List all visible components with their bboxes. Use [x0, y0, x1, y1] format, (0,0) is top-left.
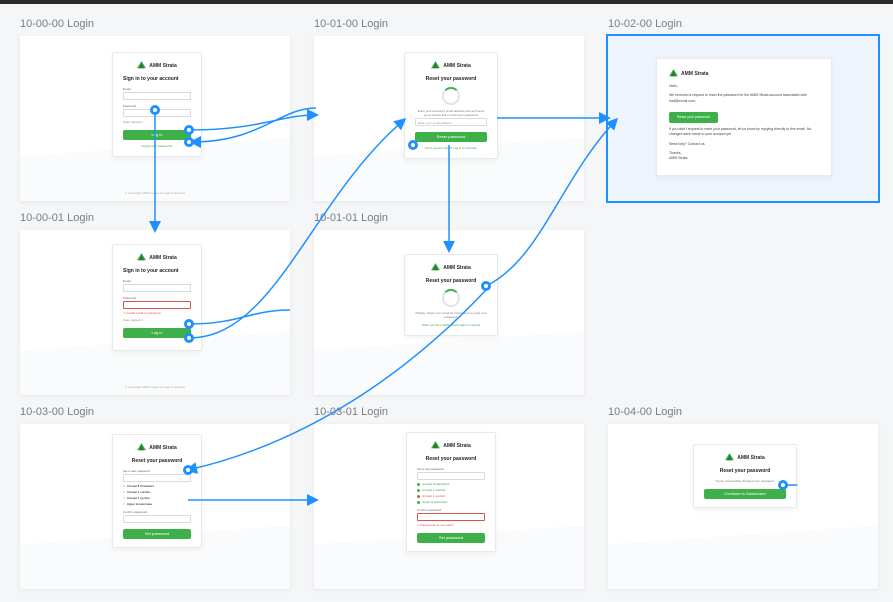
email-field[interactable]: Enter your email address — [415, 118, 487, 126]
back-link[interactable]: Don't need to reset? Log in to continue — [415, 146, 487, 150]
forgot-link[interactable]: Forgot your password? — [123, 144, 191, 148]
login-button[interactable]: Log in — [123, 130, 191, 140]
rule-item: ○At least 1 number — [123, 490, 191, 494]
keep-signed-in-checkbox[interactable]: Keep signed in — [123, 120, 191, 124]
confirm-password-label: Confirm password — [123, 510, 191, 514]
logo: AMM Strata — [123, 253, 191, 262]
password-label: Password — [123, 296, 191, 300]
new-password-field[interactable] — [417, 472, 485, 480]
card-title: Reset your password — [417, 456, 485, 462]
rule-item: Upper & lowercase — [417, 500, 485, 504]
logo: AMM Strata — [415, 61, 487, 70]
rule-item: ○At least 1 symbol — [123, 496, 191, 500]
confirm-password-field[interactable] — [417, 513, 485, 521]
email-label: Email — [123, 279, 191, 283]
logo: AMM Strata — [704, 453, 786, 462]
artboard-label: 10-00-00 Login — [20, 18, 290, 30]
card-title: Sign in to your account — [123, 76, 191, 82]
artboard-label: 10-04-00 Login — [608, 406, 878, 418]
artboard-10-02-00[interactable]: 10-02-00 Login AMM Strata Hello, We rece… — [608, 18, 878, 201]
artboard-label: 10-01-01 Login — [314, 212, 584, 224]
spinner-icon — [442, 87, 460, 105]
artboard-label: 10-00-01 Login — [20, 212, 290, 224]
artboard-10-03-00[interactable]: 10-03-00 Login AMM Strata Reset your pas… — [20, 406, 290, 589]
artboard-10-04-00[interactable]: 10-04-00 Login AMM Strata Reset your pas… — [608, 406, 878, 589]
password-label: Password — [123, 104, 191, 108]
card-title: Reset your password — [704, 468, 786, 474]
spinner-icon — [442, 289, 460, 307]
reset-button[interactable]: Reset password — [415, 132, 487, 142]
password-field[interactable] — [123, 109, 191, 117]
artboard-10-00-00[interactable]: 10-00-00 Login AMM Strata Sign in to you… — [20, 18, 290, 201]
set-password-button[interactable]: Set password — [417, 533, 485, 543]
keep-signed-in-checkbox[interactable]: Keep signed in — [123, 318, 191, 322]
email-body: Hello, We received a request to reset th… — [669, 84, 819, 161]
desc-text: Enter your account's email address and w… — [415, 109, 487, 117]
continue-button[interactable]: Continue to Dashboard — [704, 489, 786, 499]
card-title: Reset your password — [415, 278, 487, 284]
logo: AMM Strata — [669, 69, 819, 78]
card-title: Reset your password — [415, 76, 487, 82]
password-field[interactable] — [123, 301, 191, 309]
artboard-10-01-00[interactable]: 10-01-00 Login AMM Strata Reset your pas… — [314, 18, 584, 201]
resend-link[interactable]: Didn't get the email? Check spam or rese… — [415, 323, 487, 327]
card-title: Sign in to your account — [123, 268, 191, 274]
artboard-10-03-01[interactable]: 10-03-01 Login AMM Strata Reset your pas… — [314, 406, 584, 589]
artboard-label: 10-02-00 Login — [608, 18, 878, 30]
login-button[interactable]: Log in — [123, 328, 191, 338]
logo: AMM Strata — [123, 443, 191, 452]
rule-item: At least 1 symbol — [417, 494, 485, 498]
confirm-password-label: Confirm password — [417, 508, 485, 512]
artboard-10-01-01[interactable]: 10-01-01 Login AMM Strata Reset your pas… — [314, 212, 584, 395]
artboard-label: 10-03-00 Login — [20, 406, 290, 418]
artboard-10-00-01[interactable]: 10-00-01 Login AMM Strata Sign in to you… — [20, 212, 290, 395]
email-label: Email — [123, 87, 191, 91]
email-field[interactable] — [123, 92, 191, 100]
new-password-label: Set a new password — [417, 467, 485, 471]
success-text: You've successfully changed your passwor… — [704, 479, 786, 483]
card-title: Reset your password — [123, 458, 191, 464]
reset-link-button[interactable]: Reset your password — [669, 112, 718, 123]
logo: AMM Strata — [415, 263, 487, 272]
artboard-label: 10-03-01 Login — [314, 406, 584, 418]
error-text: ⚠ Invalid email or password — [123, 311, 191, 315]
new-password-label: Set a new password — [123, 469, 191, 473]
artboard-label: 10-01-00 Login — [314, 18, 584, 30]
set-password-button[interactable]: Set password — [123, 529, 191, 539]
rule-item: At least 1 number — [417, 488, 485, 492]
confirm-password-field[interactable] — [123, 515, 191, 523]
new-password-field[interactable] — [123, 474, 191, 482]
desc-text: Thanks, check your email for instruction… — [415, 311, 487, 319]
email-field[interactable] — [123, 284, 191, 292]
rule-item: At least 8 characters — [417, 482, 485, 486]
logo: AMM Strata — [123, 61, 191, 70]
footer-text: © Copyright AMM Images & Login to accoun… — [20, 385, 290, 389]
error-text: ⚠ Passwords do not match — [417, 523, 485, 527]
logo: AMM Strata — [417, 441, 485, 450]
footer-text: © Copyright AMM Images & Login to accoun… — [20, 191, 290, 195]
rule-item: ○At least 8 characters — [123, 484, 191, 488]
rule-item: ○Upper & lowercase — [123, 502, 191, 506]
